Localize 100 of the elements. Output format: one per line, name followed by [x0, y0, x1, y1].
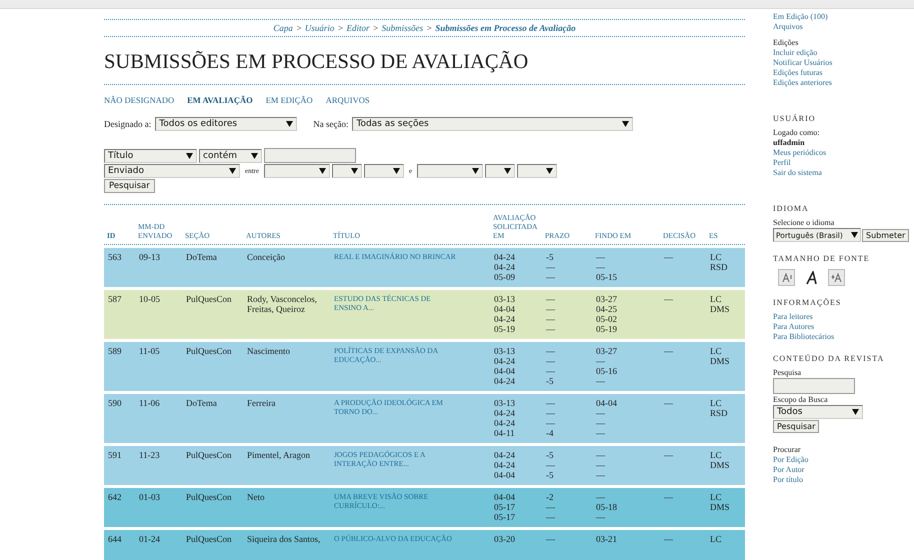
editor-select[interactable]: Todos os editores — [155, 117, 298, 131]
breadcrumb-separator: > — [426, 23, 432, 33]
sidebar-label: Pesquisa — [773, 368, 801, 378]
date-select[interactable] — [364, 164, 404, 178]
table-cell: 590 — [108, 398, 122, 408]
table-cell: 03-13 — [494, 346, 515, 356]
table-cell-text: Siqueira dos Santos, — [247, 534, 322, 544]
breadcrumb-separator: > — [296, 23, 302, 33]
table-cell: LC — [710, 534, 722, 544]
username: uffadmin — [773, 138, 805, 148]
table-cell: 642 — [108, 492, 122, 502]
table-cell: 05-15 — [596, 272, 617, 282]
sidebar-link[interactable]: Arquivos — [773, 22, 803, 32]
caret-icon — [186, 152, 193, 158]
search-button[interactable]: Pesquisar — [773, 420, 820, 433]
table-cell: LC — [710, 252, 722, 262]
table-cell: DoTema — [186, 252, 217, 262]
sidebar-heading: IDIOMA — [773, 204, 809, 213]
table-cell: 04-04 — [494, 492, 515, 502]
table-cell: 03-20 — [494, 534, 515, 544]
table-cell: 04-11 — [494, 428, 515, 438]
table-cell: PulQuesCon — [186, 534, 232, 544]
caret-icon — [393, 168, 400, 174]
table-cell: 05-09 — [494, 272, 515, 282]
breadcrumb-link[interactable]: Submissões em Processo de Avaliação — [435, 23, 576, 33]
sidebar-link[interactable]: Incluir edição — [773, 48, 818, 58]
sidebar-link[interactable]: Meus periódicos — [773, 148, 826, 158]
date-select[interactable] — [264, 164, 330, 178]
table-cell: 04-25 — [596, 304, 617, 314]
date-field-select[interactable]: Enviado — [104, 164, 240, 178]
match-select[interactable]: contém — [199, 148, 262, 162]
breadcrumb-link[interactable]: Submissões — [382, 23, 424, 33]
table-cell: 04-04 — [596, 398, 617, 408]
search-button[interactable]: Pesquisar — [104, 179, 155, 193]
table-cell: 05-02 — [596, 314, 617, 324]
table-cell: DMS — [710, 460, 730, 470]
date-select[interactable] — [485, 164, 516, 178]
search-field[interactable] — [773, 378, 855, 394]
caret-icon — [504, 168, 512, 174]
table-cell: — — [546, 294, 555, 304]
breadcrumb-link[interactable]: Capa — [273, 23, 293, 33]
table-cell: 563 — [108, 252, 122, 262]
sidebar-link[interactable]: Edições futuras — [773, 68, 823, 78]
table-cell: 589 — [108, 346, 122, 356]
scope-select[interactable]: Todos — [773, 405, 863, 419]
sidebar-link[interactable]: Para leitores — [773, 312, 813, 322]
tab[interactable]: EM AVALIAÇÃO — [187, 95, 253, 105]
table-cell-text: Conceição — [247, 252, 286, 262]
table-cell: 11-06 — [139, 398, 160, 408]
table-cell: 03-13 — [494, 294, 515, 304]
table-cell: DMS — [710, 502, 730, 512]
tab[interactable]: EM EDIÇÃO — [266, 95, 313, 105]
sidebar-link[interactable]: Em Edição (100) — [773, 12, 828, 22]
sidebar-link[interactable]: Por Edição — [773, 455, 808, 465]
table-cell: LC — [710, 398, 722, 408]
table-cell: — — [546, 356, 555, 366]
sidebar-label: Logado como: — [773, 128, 820, 138]
table-cell: — — [596, 450, 605, 460]
tab[interactable]: NÃO DESIGNADO — [104, 95, 174, 105]
table-cell: — — [546, 502, 555, 512]
font-smaller-icon[interactable] — [778, 269, 795, 286]
table-cell: PulQuesCon — [186, 346, 232, 356]
table-cell: -5 — [546, 450, 554, 460]
search-field[interactable] — [264, 148, 356, 163]
sidebar-link[interactable]: Sair do sistema — [773, 168, 822, 178]
submit-button[interactable]: Submeter — [862, 229, 910, 242]
section-select[interactable]: Todas as seções — [352, 117, 634, 131]
sidebar-link[interactable]: Para Autores — [773, 322, 814, 332]
date-select[interactable] — [517, 164, 558, 178]
sidebar-link[interactable]: Por Autor — [773, 465, 804, 475]
table-cell: PulQuesCon — [186, 294, 232, 304]
font-larger-icon[interactable] — [828, 269, 845, 286]
table-cell: 01-24 — [139, 534, 160, 544]
sidebar-heading: TAMANHO DE FONTE — [773, 254, 870, 263]
breadcrumb-link[interactable]: Usuário — [304, 23, 334, 33]
tab[interactable]: ARQUIVOS — [326, 95, 370, 105]
sidebar-link[interactable]: Notificar Usuários — [773, 58, 832, 68]
table-cell: 11-05 — [139, 346, 160, 356]
table-cell: — — [546, 398, 555, 408]
table-cell: — — [664, 252, 673, 262]
table-cell: — — [596, 376, 605, 386]
table-cell-text: Neto — [247, 492, 266, 502]
sidebar-link[interactable]: Por título — [773, 475, 804, 485]
table-cell: 03-13 — [494, 398, 515, 408]
sidebar-link[interactable]: Edições anteriores — [773, 78, 832, 88]
date-select[interactable] — [332, 164, 362, 178]
date-select[interactable] — [417, 164, 484, 178]
table-cell: — — [596, 512, 605, 522]
table-cell: — — [596, 252, 605, 262]
caret-icon — [351, 168, 358, 174]
table-cell: LC — [710, 450, 722, 460]
sidebar-link[interactable]: Para Bibliotecários — [773, 332, 834, 342]
table-cell: — — [664, 294, 673, 304]
sidebar-link[interactable]: Perfil — [773, 158, 791, 168]
sidebar-label: Procurar — [773, 445, 801, 455]
field-select[interactable]: Título — [104, 148, 197, 162]
breadcrumb-link[interactable]: Editor — [346, 23, 370, 33]
table-cell: — — [546, 418, 555, 428]
table-cell: — — [546, 346, 555, 356]
sidebar-label: Escopo da Busca — [773, 395, 828, 405]
